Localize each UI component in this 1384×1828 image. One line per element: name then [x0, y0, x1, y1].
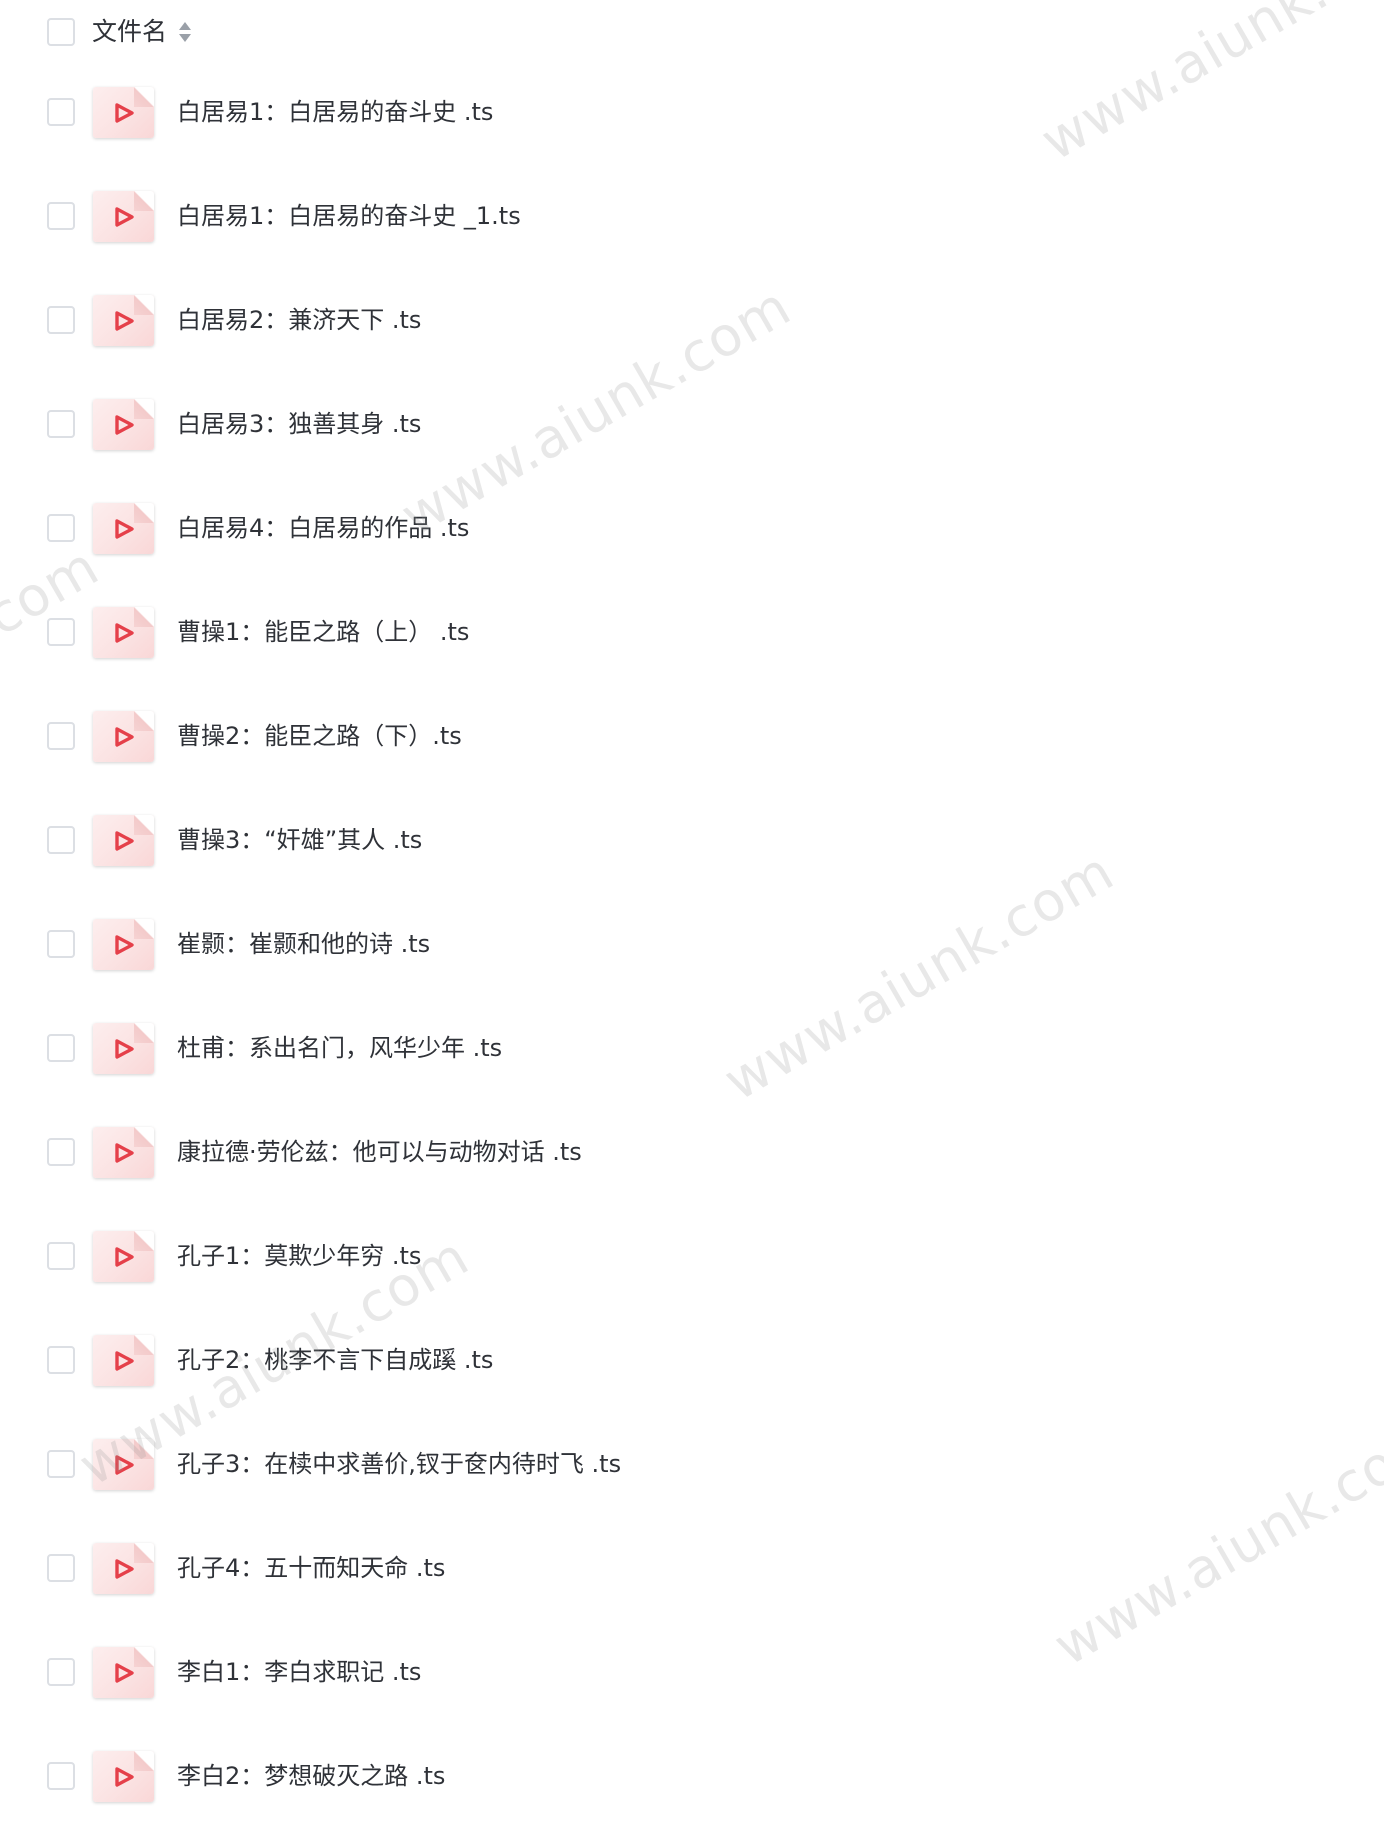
file-checkbox[interactable] [47, 410, 75, 438]
file-row[interactable]: 孔子4：五十而知天命 .ts [0, 1516, 1384, 1620]
play-icon [113, 1246, 135, 1268]
video-file-icon [93, 1439, 154, 1490]
file-checkbox[interactable] [47, 722, 75, 750]
file-row[interactable]: 孔子2：桃李不言下自成蹊 .ts [0, 1308, 1384, 1412]
file-name[interactable]: 杜甫：系出名门，风华少年 .ts [177, 1030, 502, 1066]
file-row[interactable]: 白居易2：兼济天下 .ts [0, 268, 1384, 372]
file-name[interactable]: 崔颢：崔颢和他的诗 .ts [177, 926, 430, 962]
video-file-icon [93, 1023, 154, 1074]
file-checkbox[interactable] [47, 930, 75, 958]
file-row[interactable]: 曹操3：“奸雄”其人 .ts [0, 788, 1384, 892]
file-checkbox[interactable] [47, 1138, 75, 1166]
video-file-icon [93, 1751, 154, 1802]
video-file-icon [93, 1647, 154, 1698]
file-name[interactable]: 白居易1：白居易的奋斗史 .ts [177, 94, 493, 130]
play-icon [113, 206, 135, 228]
video-file-icon [93, 711, 154, 762]
file-row[interactable]: 孔子1：莫欺少年穷 .ts [0, 1204, 1384, 1308]
play-icon [113, 310, 135, 332]
file-row[interactable]: 康拉德·劳伦兹：他可以与动物对话 .ts [0, 1100, 1384, 1204]
video-file-icon [93, 1127, 154, 1178]
file-row[interactable]: 白居易1：白居易的奋斗史 _1.ts [0, 164, 1384, 268]
file-checkbox[interactable] [47, 1762, 75, 1790]
file-row[interactable]: 白居易1：白居易的奋斗史 .ts [0, 60, 1384, 164]
video-file-icon [93, 1231, 154, 1282]
play-icon [113, 1662, 135, 1684]
video-file-icon [93, 607, 154, 658]
file-row[interactable]: 白居易4：白居易的作品 .ts [0, 476, 1384, 580]
video-file-icon [93, 815, 154, 866]
file-name[interactable]: 白居易3：独善其身 .ts [177, 406, 421, 442]
sort-icon[interactable] [178, 20, 192, 44]
file-name[interactable]: 白居易1：白居易的奋斗史 _1.ts [177, 198, 521, 234]
video-file-icon [93, 295, 154, 346]
file-checkbox[interactable] [47, 514, 75, 542]
play-icon [113, 934, 135, 956]
play-icon [113, 414, 135, 436]
file-name[interactable]: 孔子3：在椟中求善价,钗于奁内待时飞 .ts [177, 1446, 621, 1482]
file-name[interactable]: 曹操2：能臣之路（下）.ts [177, 718, 462, 754]
video-file-icon [93, 87, 154, 138]
video-file-icon [93, 1335, 154, 1386]
play-icon [113, 1454, 135, 1476]
file-name[interactable]: 白居易4：白居易的作品 .ts [177, 510, 469, 546]
play-icon [113, 726, 135, 748]
file-checkbox[interactable] [47, 1450, 75, 1478]
file-name[interactable]: 李白1：李白求职记 .ts [177, 1654, 421, 1690]
play-icon [113, 1142, 135, 1164]
file-checkbox[interactable] [47, 1554, 75, 1582]
file-row[interactable]: 白居易3：独善其身 .ts [0, 372, 1384, 476]
file-checkbox[interactable] [47, 1242, 75, 1270]
file-name[interactable]: 曹操1：能臣之路（上） .ts [177, 614, 469, 650]
video-file-icon [93, 503, 154, 554]
file-name[interactable]: 曹操3：“奸雄”其人 .ts [177, 822, 422, 858]
file-checkbox[interactable] [47, 1346, 75, 1374]
file-checkbox[interactable] [47, 1034, 75, 1062]
file-name[interactable]: 孔子4：五十而知天命 .ts [177, 1550, 445, 1586]
file-checkbox[interactable] [47, 202, 75, 230]
play-icon [113, 518, 135, 540]
video-file-icon [93, 1543, 154, 1594]
file-row[interactable]: 崔颢：崔颢和他的诗 .ts [0, 892, 1384, 996]
file-checkbox[interactable] [47, 1658, 75, 1686]
file-name[interactable]: 李白2：梦想破灭之路 .ts [177, 1758, 445, 1794]
file-row[interactable]: 孔子3：在椟中求善价,钗于奁内待时飞 .ts [0, 1412, 1384, 1516]
video-file-icon [93, 191, 154, 242]
file-name[interactable]: 白居易2：兼济天下 .ts [177, 302, 421, 338]
file-row[interactable]: 李白1：李白求职记 .ts [0, 1620, 1384, 1724]
play-icon [113, 830, 135, 852]
play-icon [113, 1558, 135, 1580]
file-checkbox[interactable] [47, 618, 75, 646]
play-icon [113, 622, 135, 644]
file-row[interactable]: 杜甫：系出名门，风华少年 .ts [0, 996, 1384, 1100]
video-file-icon [93, 919, 154, 970]
play-icon [113, 1766, 135, 1788]
play-icon [113, 102, 135, 124]
file-checkbox[interactable] [47, 306, 75, 334]
file-checkbox[interactable] [47, 98, 75, 126]
file-row[interactable]: 曹操1：能臣之路（上） .ts [0, 580, 1384, 684]
file-name[interactable]: 康拉德·劳伦兹：他可以与动物对话 .ts [177, 1134, 582, 1170]
filename-column-header[interactable]: 文件名 [92, 14, 167, 50]
play-icon [113, 1350, 135, 1372]
list-header: 文件名 [0, 0, 1384, 64]
file-name[interactable]: 孔子1：莫欺少年穷 .ts [177, 1238, 421, 1274]
file-name[interactable]: 孔子2：桃李不言下自成蹊 .ts [177, 1342, 493, 1378]
select-all-checkbox[interactable] [47, 18, 75, 46]
file-row[interactable]: 李白2：梦想破灭之路 .ts [0, 1724, 1384, 1828]
play-icon [113, 1038, 135, 1060]
video-file-icon [93, 399, 154, 450]
file-row[interactable]: 曹操2：能臣之路（下）.ts [0, 684, 1384, 788]
file-checkbox[interactable] [47, 826, 75, 854]
